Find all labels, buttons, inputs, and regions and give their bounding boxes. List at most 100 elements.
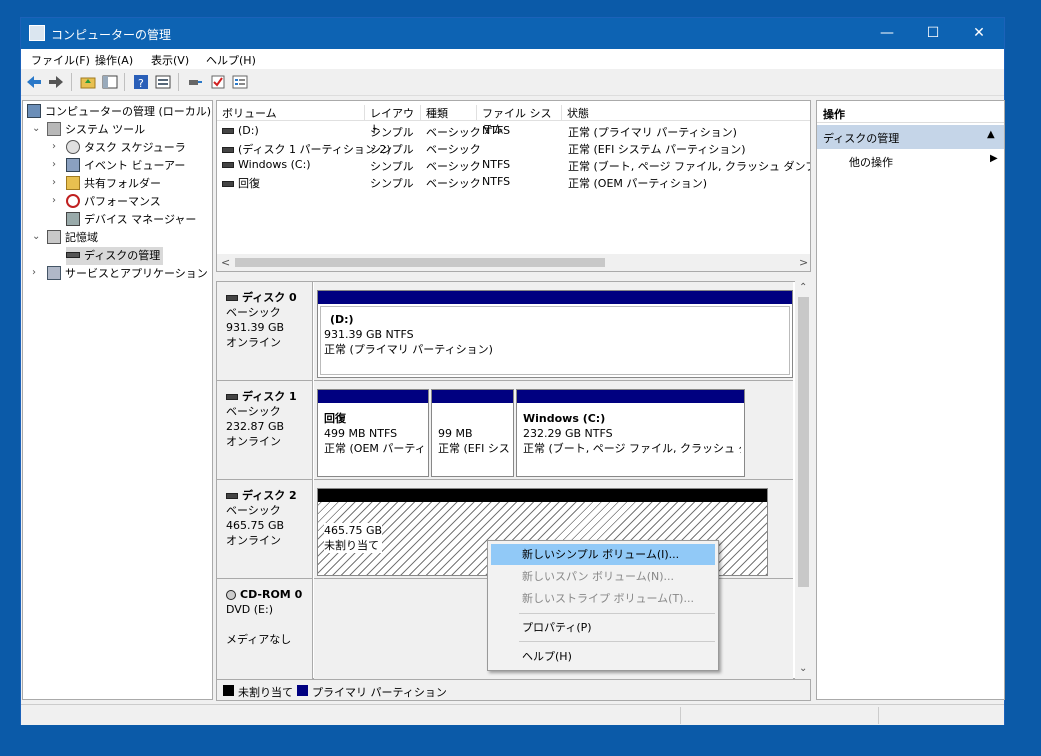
chevron-right-icon[interactable]: › [52, 159, 62, 171]
scrollbar-thumb[interactable] [798, 297, 809, 587]
scroll-down-icon[interactable]: ⌄ [799, 663, 807, 674]
cell-status: 正常 (OEM パーティション) [568, 177, 708, 190]
menu-separator [519, 613, 715, 614]
maximize-button[interactable]: ☐ [910, 18, 956, 49]
toolbar-separator [178, 73, 179, 91]
cell-layout: シンプル [370, 160, 414, 173]
menu-view[interactable]: 表示(V) [151, 52, 189, 68]
column-header-filesystem[interactable]: ファイル システム [477, 105, 562, 136]
scroll-right-icon[interactable]: > [799, 256, 808, 269]
menu-item-new-spanned-volume[interactable]: 新しいスパン ボリューム(N)... [491, 566, 715, 587]
tree-item-event-viewer[interactable]: イベント ビューアー [66, 157, 185, 175]
status-divider [878, 707, 879, 724]
partition-status: 未割り当て [324, 539, 379, 552]
column-header-volume[interactable]: ボリューム [217, 105, 365, 121]
status-bar [21, 704, 1004, 725]
legend-label-unallocated: 未割り当て [238, 686, 293, 699]
tree-item-root[interactable]: コンピューターの管理 (ローカル) [27, 103, 211, 121]
shared-folder-icon [66, 176, 80, 190]
table-row[interactable]: 回復 シンプル ベーシック NTFS 正常 (OEM パーティション) [217, 173, 810, 190]
menu-item-help[interactable]: ヘルプ(H) [491, 646, 715, 667]
partition-status: 正常 (ブート, ページ ファイル, クラッシュ ダンプ, 7 [523, 442, 741, 455]
tree-item-disk-management[interactable]: ディスクの管理 [66, 247, 164, 265]
cell-filesystem: NTFS [482, 175, 511, 188]
menu-file[interactable]: ファイル(F) [31, 52, 90, 68]
tree-item-system-tools[interactable]: システム ツール [47, 121, 145, 139]
context-menu: 新しいシンプル ボリューム(I)... 新しいスパン ボリューム(N)... 新… [487, 540, 719, 671]
clock-icon [66, 140, 80, 154]
scrollbar-thumb[interactable] [235, 258, 605, 267]
collapse-triangle-icon[interactable]: ▲ [987, 129, 995, 140]
partition-windows-c[interactable]: Windows (C:) 232.29 GB NTFS 正常 (ブート, ページ… [516, 389, 745, 477]
connect-icon[interactable] [187, 74, 203, 90]
disk-size: 232.87 GB [226, 420, 285, 433]
close-button[interactable]: ✕ [956, 18, 1002, 49]
column-header-type[interactable]: 種類 [421, 105, 477, 121]
minimize-button[interactable]: — [864, 18, 910, 49]
cdrom-0-label[interactable]: CD-ROM 0 DVD (E:) メディアなし [217, 579, 313, 680]
disk-1-label[interactable]: ディスク 1 ベーシック 232.87 GB オンライン [217, 381, 313, 480]
scroll-left-icon[interactable]: < [221, 256, 230, 269]
menu-action[interactable]: 操作(A) [95, 52, 133, 68]
partition-d[interactable]: (D:) 931.39 GB NTFS 正常 (プライマリ パーティション) [317, 290, 793, 378]
chevron-right-icon[interactable]: › [32, 267, 42, 279]
list-view-icon[interactable] [232, 74, 248, 90]
chevron-down-icon[interactable]: ⌄ [32, 231, 42, 243]
vertical-scrollbar[interactable]: ⌃ ⌄ [795, 281, 812, 679]
menu-item-new-simple-volume[interactable]: 新しいシンプル ボリューム(I)... [491, 544, 715, 565]
device-manager-icon [66, 212, 80, 226]
column-header-status[interactable]: 状態 [562, 105, 810, 121]
cell-filesystem: NTFS [482, 158, 511, 171]
column-header-layout[interactable]: レイアウト [365, 105, 421, 136]
forward-arrow-icon[interactable] [48, 74, 64, 90]
title-bar[interactable]: コンピューターの管理 — ☐ ✕ [21, 18, 1004, 49]
menu-help[interactable]: ヘルプ(H) [206, 52, 256, 68]
cdrom-icon [226, 590, 236, 600]
unallocated-bar [318, 489, 767, 502]
disk-status: オンライン [226, 435, 281, 448]
tree-item-performance[interactable]: パフォーマンス [66, 193, 161, 211]
cell-type: ベーシック [426, 177, 481, 190]
toolbar-separator [124, 73, 125, 91]
legend-swatch-primary [297, 685, 308, 696]
legend: 未割り当て プライマリ パーティション [216, 679, 811, 701]
partition-recovery[interactable]: 回復 499 MB NTFS 正常 (OEM パーティ [317, 389, 429, 477]
chevron-down-icon[interactable]: ⌄ [32, 123, 42, 135]
partition-size: 931.39 GB NTFS [324, 328, 414, 341]
scroll-up-icon[interactable]: ⌃ [799, 282, 807, 293]
disk-icon [226, 493, 238, 499]
tree-item-services-apps[interactable]: サービスとアプリケーション [47, 265, 208, 283]
primary-partition-bar [318, 390, 428, 403]
tree-item-shared-folders[interactable]: 共有フォルダー [66, 175, 161, 193]
partition-efi[interactable]: 99 MB 正常 (EFI シス [431, 389, 514, 477]
cdrom-drive-letter: DVD (E:) [226, 603, 274, 616]
table-row[interactable]: (D:) シンプル ベーシック NTFS 正常 (プライマリ パーティション) [217, 122, 810, 139]
actions-more[interactable]: 他の操作 ▶ [817, 151, 1004, 171]
chevron-right-icon[interactable]: › [52, 195, 62, 207]
tree-item-storage[interactable]: 記憶域 [47, 229, 98, 247]
up-folder-icon[interactable] [80, 74, 96, 90]
help-icon[interactable]: ? [133, 74, 149, 90]
horizontal-scrollbar[interactable]: < > [217, 254, 810, 271]
cell-status: 正常 (プライマリ パーティション) [568, 126, 737, 139]
show-hide-tree-icon[interactable] [102, 74, 118, 90]
actions-section-disk-management[interactable]: ディスクの管理 ▲ [817, 125, 1004, 149]
disk-2-label[interactable]: ディスク 2 ベーシック 465.75 GB オンライン [217, 480, 313, 579]
tools-icon [47, 122, 61, 136]
tree-item-device-manager[interactable]: デバイス マネージャー [66, 211, 196, 229]
menu-item-new-striped-volume[interactable]: 新しいストライプ ボリューム(T)... [491, 588, 715, 609]
menu-item-properties[interactable]: プロパティ(P) [491, 617, 715, 638]
drive-icon [222, 162, 234, 168]
table-row[interactable]: Windows (C:) シンプル ベーシック NTFS 正常 (ブート, ペー… [217, 156, 810, 173]
volume-list: ボリューム レイアウト 種類 ファイル システム 状態 (D:) シンプル ベー… [216, 100, 811, 272]
chevron-right-icon[interactable]: › [52, 177, 62, 189]
table-row[interactable]: (ディスク 1 パーティション 2) シンプル ベーシック 正常 (EFI シス… [217, 139, 810, 156]
chevron-right-icon[interactable]: › [52, 141, 62, 153]
back-arrow-icon[interactable] [26, 74, 42, 90]
toolbar: ? [21, 69, 1004, 96]
check-properties-icon[interactable] [210, 74, 226, 90]
view-pane-icon[interactable] [155, 74, 171, 90]
partition-name: (D:) [330, 313, 354, 326]
tree-item-task-scheduler[interactable]: タスク スケジューラ [66, 139, 186, 157]
disk-0-label[interactable]: ディスク 0 ベーシック 931.39 GB オンライン [217, 282, 313, 381]
